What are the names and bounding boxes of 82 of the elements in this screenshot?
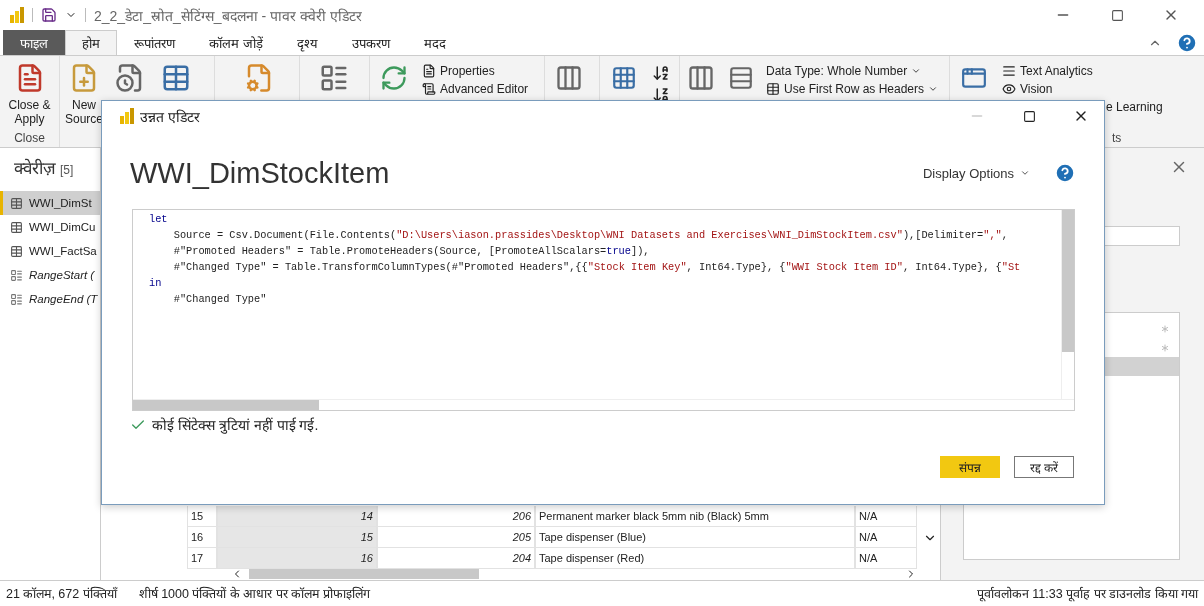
grid-icon[interactable] [611, 65, 637, 91]
list-icon[interactable] [319, 63, 349, 93]
scrollbar-thumb[interactable] [1062, 210, 1074, 352]
sort-ascending-icon[interactable] [652, 64, 670, 82]
scrollbar-thumb[interactable] [133, 400, 319, 410]
properties-icon [422, 64, 436, 78]
table-icon[interactable] [161, 63, 191, 93]
row-number: 15 [187, 506, 217, 527]
table-cell: 205 [377, 527, 535, 548]
scrollbar-thumb[interactable] [249, 569, 479, 579]
save-icon[interactable] [41, 7, 57, 23]
table-cell: 15 [217, 527, 377, 548]
caret-icon [928, 84, 939, 94]
code-editor[interactable] [132, 209, 1075, 411]
row-number: 17 [187, 548, 217, 569]
query-item[interactable]: RangeStart ( [0, 263, 100, 287]
status-text: 21 कॉलम, 672 पंक्तियाँ [6, 585, 117, 602]
help-icon[interactable] [1176, 31, 1198, 54]
scroll-icon [422, 82, 436, 96]
queries-title: क्वेरीज़ [5] [13, 157, 75, 179]
rows-icon[interactable] [728, 65, 754, 91]
table-icon [10, 196, 23, 210]
status-text: पूर्वावलोकन 11:33 पूर्वाह पर डाउनलोड किया गया [976, 585, 1198, 602]
caret-icon [1020, 168, 1030, 178]
refresh-icon[interactable] [380, 64, 408, 92]
query-item[interactable]: WWI_DimCu [0, 215, 100, 239]
table-cell: 14 [217, 506, 377, 527]
display-options-button[interactable]: Display Options [918, 163, 1034, 183]
code-line: in [149, 276, 163, 291]
query-name: WWI_DimStockItem [130, 156, 391, 190]
row-number: 16 [187, 527, 217, 548]
columns-icon[interactable] [687, 64, 715, 92]
query-item[interactable]: WWI_FactSa [0, 239, 100, 263]
code-line: #"Changed Type" [172, 292, 268, 307]
table-icon [766, 82, 780, 96]
query-item[interactable]: RangeEnd (T [0, 287, 100, 311]
parameter-icon [10, 292, 23, 306]
code-line: let [149, 212, 169, 227]
new-source-button[interactable]: New Source [66, 60, 102, 126]
status-text: शीर्ष 1000 पंक्तियों के आधार पर कॉलम प्रोफाइलिंग [138, 585, 370, 602]
vision-button[interactable]: Vision [1002, 82, 1163, 96]
group-label: ts [1111, 131, 1123, 145]
ribbon-tab[interactable]: फाइल [3, 30, 65, 55]
code-line: #"Changed Type" = Table.TransformColumnTypes(#"Promoted Headers",{{"Stock Item Key", Int64.Type}, {"WWI Stock Item ID", Int64.Type}, {"St [172, 260, 1022, 275]
table-cell: N/A [855, 527, 917, 548]
window-icon[interactable] [961, 65, 987, 91]
query-item[interactable]: WWI_DimSt [0, 191, 100, 215]
close-apply-button[interactable]: Close & Apply [2, 60, 57, 126]
help-icon[interactable] [1054, 162, 1076, 184]
table-cell: Tape dispenser (Blue) [535, 527, 855, 548]
dialog-title: उन्नत एडिटर [140, 107, 201, 126]
maximize-icon[interactable] [1022, 109, 1036, 123]
code-line: #"Promoted Headers" = Table.PromoteHeaders(Source, [PromoteAllScalars=true]), [172, 244, 651, 259]
text-analytics-button[interactable]: Text Analytics [1002, 64, 1163, 78]
group-label: Close [13, 131, 46, 145]
properties-button[interactable]: Properties [422, 64, 529, 78]
code-line: Source = Csv.Document(File.Contents("D:\Users\iason.prassides\Desktop\WNI Datasets and Exercises\WNI_DimStockItem.csv"),[Delimiter=",", [172, 228, 1009, 243]
eye-icon [1002, 82, 1016, 96]
table-cell: 206 [377, 506, 535, 527]
parameter-icon [10, 268, 23, 282]
table-cell: N/A [855, 506, 917, 527]
data-type-dropdown[interactable]: Data Type: Whole Number [766, 64, 939, 78]
app-logo-icon [120, 108, 134, 124]
table-cell: 204 [377, 548, 535, 569]
maximize-icon[interactable] [1110, 8, 1124, 22]
table-cell: 16 [217, 548, 377, 569]
table-icon [10, 220, 23, 234]
status-message: कोई सिंटेक्स त्रुटियां नहीं पाई गई. [152, 416, 319, 434]
advanced-editor-button[interactable]: Advanced Editor [422, 82, 529, 96]
window-title: 2_2_डेटा_स्रोत_सेटिंग्स_बदलना - पावर क्वेरी एडिटर [94, 6, 363, 25]
app-logo-icon [10, 7, 24, 23]
caret-icon [911, 66, 922, 76]
done-button[interactable]: संपन्न [940, 456, 1000, 478]
table-icon [10, 244, 23, 258]
ribbon-tab[interactable]: होम [65, 30, 117, 55]
columns-icon[interactable] [555, 64, 583, 92]
cancel-button[interactable]: रद्द करें [1014, 456, 1074, 478]
first-row-headers-button[interactable]: Use First Row as Headers [766, 82, 939, 96]
table-cell: N/A [855, 548, 917, 569]
table-cell: Tape dispenser (Red) [535, 548, 855, 569]
lines-icon [1002, 64, 1016, 78]
table-cell: Permanent marker black 5mm nib (Black) 5mm [535, 506, 855, 527]
